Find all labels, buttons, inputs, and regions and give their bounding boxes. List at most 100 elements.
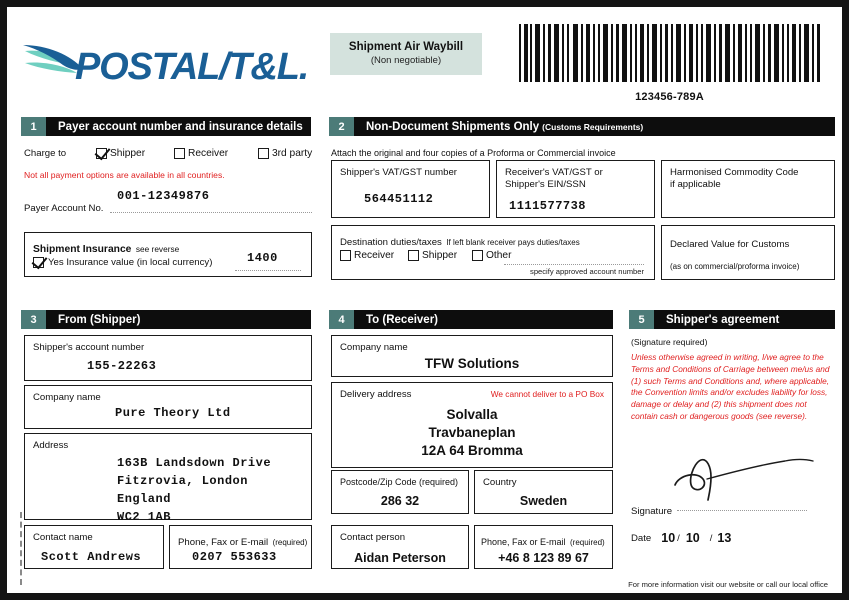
destination-duties-box[interactable]: Destination duties/taxes If left blank r… [331,225,655,280]
payer-account-label: Payer Account No. [24,203,104,214]
receiver-company-box[interactable]: Company name TFW Solutions [331,335,613,377]
perforation-line [20,512,22,585]
section-5-number: 5 [629,310,654,329]
charge-to-third-party-label: 3rd party [272,148,313,159]
waybill-page: POSTAL/T&L. Shipment Air Waybill (Non ne… [0,0,849,600]
shipper-address-box[interactable]: Address 163B Landsdown Drive Fitzrovia, … [24,433,312,524]
receiver-address-value: Solvalla Travbaneplan 12A 64 Bromma [332,406,612,461]
shipper-account-box[interactable]: Shipper's account number 155-22263 [24,335,312,381]
section-1-title: Payer account number and insurance detai… [58,120,303,133]
payer-account-underline [110,212,312,213]
charge-to-shipper-label: Shipper [110,148,146,159]
section-1-number: 1 [21,117,46,136]
shipper-contact-box[interactable]: Contact name Scott Andrews [24,525,164,569]
shipment-insurance-box[interactable]: Shipment Insurance see reverse Yes Insur… [24,232,312,277]
barcode-number: 123456-789A [635,91,704,103]
receiver-vat-box[interactable]: Receiver's VAT/GST or Shipper's EIN/SSN … [496,160,655,218]
receiver-vat-label: Receiver's VAT/GST or Shipper's EIN/SSN [505,167,603,192]
charge-to-third-party-checkbox[interactable] [258,148,269,159]
shipper-company-label: Company name [33,392,101,403]
shipper-account-value: 155-22263 [87,359,157,373]
commodity-code-box[interactable]: Harmonised Commodity Code if applicable [661,160,835,218]
date-day: 10 [661,531,676,545]
date-year: 13 [717,531,732,545]
signature-required-note: (Signature required) [631,337,708,347]
receiver-contact-value: Aidan Peterson [354,551,446,565]
commodity-code-label-line1: Harmonised Commodity Code [670,167,799,178]
shipper-vat-value: 564451112 [364,192,434,206]
section-4-number: 4 [329,310,354,329]
page-footer-note: For more information visit our website o… [628,580,828,589]
commodity-code-label-line2: if applicable [670,179,721,191]
insurance-yes-option[interactable]: Yes Insurance value (in local currency) [33,257,212,268]
insurance-yes-checkbox[interactable] [33,257,44,268]
section-3-number: 3 [21,310,46,329]
duties-label-sub: If left blank receiver pays duties/taxes [446,238,580,247]
duties-account-underline[interactable] [504,264,644,265]
receiver-phone-box[interactable]: Phone, Fax or E-mail (required) +46 8 12… [474,525,613,569]
charge-to-row: Charge to Shipper Receiver 3rd party [24,148,314,159]
receiver-vat-value: 1111577738 [509,199,587,213]
duties-option-other[interactable]: Other [472,250,511,261]
brand-logo: POSTAL/T&L. [21,35,311,91]
customs-instruction: Attach the original and four copies of a… [331,148,616,158]
signature-underline[interactable] [676,510,807,511]
receiver-country-box[interactable]: Country Sweden [474,470,613,514]
shipper-phone-box[interactable]: Phone, Fax or E-mail (required) 0207 553… [169,525,312,569]
shipper-address-value: 163B Landsdown Drive Fitzrovia, London E… [117,454,271,526]
charge-to-receiver-checkbox[interactable] [174,148,185,159]
shipper-phone-label-required: (required) [272,538,308,547]
declared-value-box[interactable]: Declared Value for Customs (as on commer… [661,225,835,280]
receiver-company-value: TFW Solutions [424,356,520,371]
charge-to-option-third-party[interactable]: 3rd party [258,148,312,159]
duties-other-checkbox[interactable] [472,250,483,261]
shipper-vat-label: Shipper's VAT/GST number [340,167,458,178]
receiver-address-box[interactable]: Delivery address We cannot deliver to a … [331,382,613,468]
charge-to-option-shipper[interactable]: Shipper [96,148,174,159]
duties-receiver-checkbox[interactable] [340,250,351,261]
shipper-vat-box[interactable]: Shipper's VAT/GST number 564451112 [331,160,490,218]
wing-logo-icon: POSTAL/T&L. [23,45,309,88]
waybill-badge-title: Shipment Air Waybill [348,41,464,54]
duties-shipper-checkbox[interactable] [408,250,419,261]
duties-label: Destination duties/taxes [340,237,442,248]
duties-other-label: Other [486,250,512,261]
charge-to-option-receiver[interactable]: Receiver [174,148,258,159]
date-field[interactable]: Date 10 / 10 / 13 [631,531,835,545]
section-2-title: Non-Document Shipments Only (Customs Req… [354,117,643,136]
receiver-contact-box[interactable]: Contact person Aidan Peterson [331,525,469,569]
receiver-phone-value: +46 8 123 89 67 [498,551,589,565]
receiver-address-line-1: Solvalla [446,407,498,422]
payer-account-field[interactable]: 001-12349876 Payer Account No. [24,189,312,214]
receiver-phone-label: Phone, Fax or E-mail [481,537,566,547]
section-2-number: 2 [329,117,354,136]
section-3-title: From (Shipper) [58,313,141,326]
signature-field[interactable]: Signature [631,501,835,519]
duties-option-shipper[interactable]: Shipper [408,250,472,261]
receiver-postcode-label: Postcode/Zip Code (required) [340,477,459,487]
payer-account-value: 001-12349876 [117,189,210,203]
section-2-title-main: Non-Document Shipments Only [366,120,540,133]
charge-to-shipper-checkbox[interactable] [96,148,107,159]
receiver-company-label: Company name [340,342,408,353]
receiver-postcode-box[interactable]: Postcode/Zip Code (required) 286 32 [331,470,469,514]
insurance-value: 1400 [247,251,278,265]
charge-to-label: Charge to [24,148,67,159]
shipper-agreement-legal-text: Unless otherwise agreed in writing, I/we… [631,352,830,421]
waybill-badge-subtitle: (Non negotiable) [370,54,442,66]
receiver-country-value: Sweden [519,494,568,508]
shipper-phone-label: Phone, Fax or E-mail [178,537,269,548]
section-2-title-sub: (Customs Requirements) [542,121,644,132]
shipper-address-label: Address [33,440,69,451]
shipper-company-box[interactable]: Company name Pure Theory Ltd [24,385,312,429]
insurance-title: Shipment Insurance [33,244,132,255]
duties-option-receiver[interactable]: Receiver [340,250,408,261]
shipper-address-line-2: Fitzrovia, London [117,474,248,488]
section-1-header: 1 Payer account number and insurance det… [21,117,311,136]
payment-options-warning: Not all payment options are available in… [24,170,225,180]
insurance-title-sub: see reverse [135,244,180,254]
shipper-contact-label: Contact name [33,532,93,543]
shipper-address-line-4: WC2 1AB [117,510,171,524]
svg-text:POSTAL/T&L.: POSTAL/T&L. [75,46,308,88]
receiver-vat-label-line1: Receiver's VAT/GST or [505,167,603,178]
